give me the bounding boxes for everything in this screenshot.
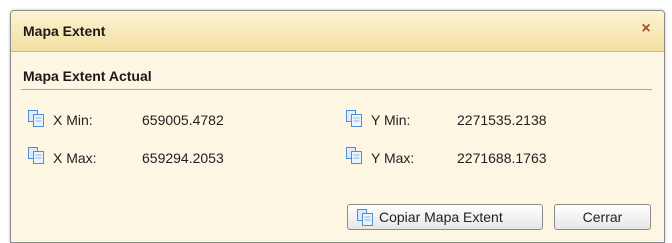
xmax-value: 659294.2053 — [142, 150, 224, 166]
copy-icon[interactable] — [345, 109, 363, 127]
copy-icon[interactable] — [27, 109, 45, 127]
copy-icon — [357, 209, 373, 226]
copy-map-extent-button[interactable]: Copiar Mapa Extent — [347, 204, 543, 230]
map-extent-dialog: Mapa Extent × Mapa Extent Actual X Min: … — [10, 10, 665, 243]
dialog-titlebar[interactable]: Mapa Extent × — [11, 11, 664, 52]
ymax-value: 2271688.1763 — [457, 150, 547, 166]
close-button[interactable]: Cerrar — [554, 204, 651, 230]
copy-icon[interactable] — [345, 146, 363, 164]
xmax-label: X Max: — [53, 150, 97, 166]
copy-icon[interactable] — [27, 146, 45, 164]
section-title: Mapa Extent Actual — [23, 68, 152, 84]
ymax-label: Y Max: — [371, 150, 415, 166]
ymin-label: Y Min: — [371, 112, 411, 128]
copy-map-extent-label: Copiar Mapa Extent — [379, 209, 503, 225]
xmin-value: 659005.4782 — [142, 112, 224, 128]
dialog-title: Mapa Extent — [23, 23, 106, 39]
section-divider — [21, 89, 652, 90]
ymin-value: 2271535.2138 — [457, 112, 547, 128]
xmin-label: X Min: — [53, 112, 93, 128]
close-icon[interactable]: × — [638, 20, 654, 38]
close-button-label: Cerrar — [582, 209, 623, 225]
